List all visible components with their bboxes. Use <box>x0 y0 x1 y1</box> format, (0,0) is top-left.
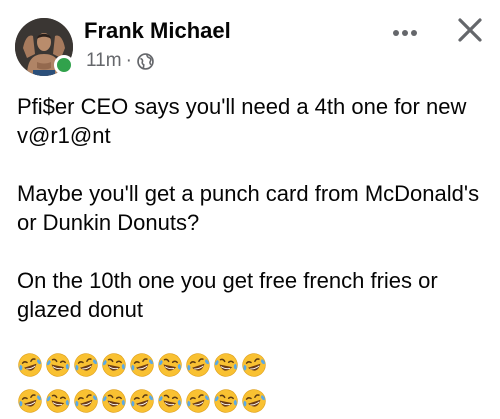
meta-separator: · <box>125 50 132 71</box>
post-meta: 11m · <box>86 50 154 72</box>
face-with-tears-of-joy-emoji <box>185 352 211 378</box>
post-timestamp[interactable]: 11m <box>86 50 122 72</box>
face-with-tears-of-joy-emoji <box>17 388 43 414</box>
post-card: Frank Michael 11m · Pfi$er CEO says you'… <box>0 0 500 413</box>
more-horizontal-icon <box>392 24 418 42</box>
face-with-tears-of-joy-emoji <box>185 388 211 414</box>
face-with-tears-of-joy-emoji <box>101 352 127 378</box>
face-with-tears-of-joy-emoji <box>157 352 183 378</box>
post-paragraph: Maybe you'll get a punch card from McDon… <box>17 181 480 235</box>
face-with-tears-of-joy-emoji <box>17 352 43 378</box>
emoji-row <box>17 352 267 382</box>
close-icon <box>457 17 483 48</box>
post-paragraph: On the 10th one you get free french frie… <box>17 268 438 322</box>
emoji-row <box>17 388 267 418</box>
online-status-dot <box>54 55 74 75</box>
face-with-tears-of-joy-emoji <box>45 352 71 378</box>
face-with-tears-of-joy-emoji <box>45 388 71 414</box>
face-with-tears-of-joy-emoji <box>157 388 183 414</box>
face-with-tears-of-joy-emoji <box>73 388 99 414</box>
face-with-tears-of-joy-emoji <box>241 388 267 414</box>
face-with-tears-of-joy-emoji <box>213 352 239 378</box>
post-paragraph: Pfi$er CEO says you'll need a 4th one fo… <box>17 94 467 148</box>
author-name[interactable]: Frank Michael <box>84 18 231 44</box>
face-with-tears-of-joy-emoji <box>129 388 155 414</box>
post-body: Pfi$er CEO says you'll need a 4th one fo… <box>17 92 487 324</box>
author-avatar[interactable] <box>15 18 74 76</box>
face-with-tears-of-joy-emoji <box>129 352 155 378</box>
close-button[interactable] <box>452 14 488 50</box>
face-with-tears-of-joy-emoji <box>213 388 239 414</box>
more-options-button[interactable] <box>388 18 422 48</box>
face-with-tears-of-joy-emoji <box>101 388 127 414</box>
face-with-tears-of-joy-emoji <box>73 352 99 378</box>
face-with-tears-of-joy-emoji <box>241 352 267 378</box>
globe-icon[interactable] <box>137 52 154 70</box>
